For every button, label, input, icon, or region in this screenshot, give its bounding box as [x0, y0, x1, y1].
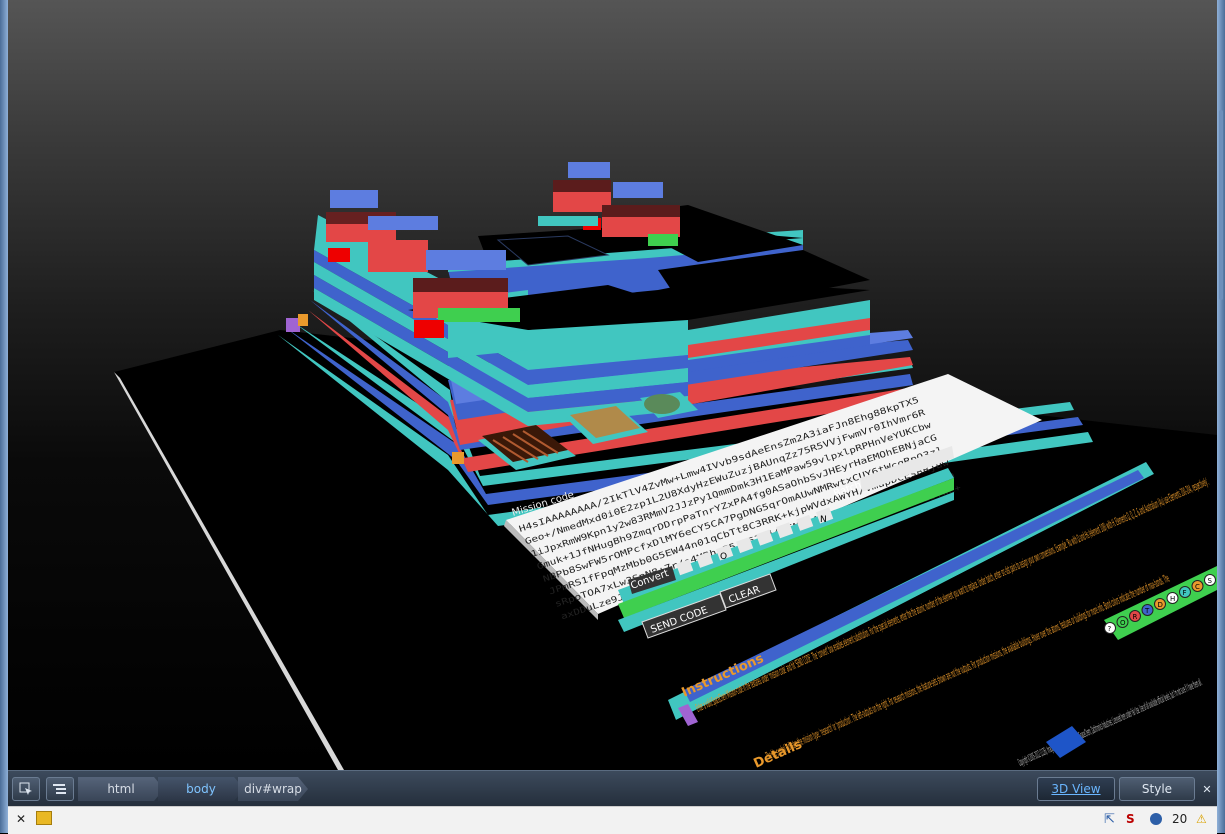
scrollbar-thumb[interactable] [1219, 110, 1223, 300]
symbol-option[interactable]: ? [1104, 622, 1116, 634]
symbol-letter: S [1208, 577, 1213, 585]
symbol-option[interactable]: S [1204, 574, 1216, 586]
symbol-letter: T [1144, 607, 1150, 615]
status-bar: ✕ ⇱ S 20 ⚠ [8, 806, 1217, 834]
breadcrumb-html[interactable]: html [78, 777, 164, 801]
window-frame-left [0, 0, 8, 833]
3d-view-button[interactable]: 3D View [1037, 777, 1115, 801]
building-badge [452, 452, 464, 464]
symbol-letter: C [1195, 583, 1200, 591]
mission-type-badge [286, 318, 300, 332]
symbol-letter: O [1120, 619, 1126, 627]
status-count: 20 [1172, 812, 1188, 826]
symbol-letter: R [1133, 613, 1138, 621]
ruler-icon[interactable] [36, 811, 52, 825]
symbol-letter: F [1183, 589, 1187, 597]
convert-cell-symbol: N [820, 515, 827, 525]
symbol-letter: H [1170, 595, 1175, 603]
dom-tree-icon[interactable] [46, 777, 74, 801]
symbol-option[interactable]: R [1129, 610, 1141, 622]
breadcrumb-div-wrap[interactable]: div#wrap [238, 777, 308, 801]
3d-view-canvas[interactable]: Mission code H4sIAAAAAAAA/2IkTlV4ZvMw+Lm… [8, 0, 1217, 770]
mission-type-badge-2 [298, 314, 308, 326]
symbol-letter: ? [1108, 625, 1112, 633]
symbol-option[interactable]: D [1154, 598, 1166, 610]
pointer-icon[interactable]: ⇱ [1104, 812, 1115, 827]
symbol-option[interactable]: C [1191, 580, 1204, 592]
symbol-option[interactable]: O [1116, 616, 1129, 628]
convert-cell-symbol: O [720, 552, 727, 562]
cursor-select-icon[interactable] [12, 777, 40, 801]
devtools-toolbar: html body div#wrap 3D View Style ✕ [8, 770, 1217, 807]
script-icon[interactable]: S [1126, 812, 1135, 826]
breadcrumb-body[interactable]: body [158, 777, 244, 801]
3d-scene[interactable]: Mission code H4sIAAAAAAAA/2IkTlV4ZvMw+Lm… [8, 0, 1217, 770]
close-icon[interactable]: ✕ [1200, 777, 1214, 801]
style-button[interactable]: Style [1119, 777, 1195, 801]
symbol-option[interactable]: F [1179, 586, 1191, 598]
symbol-letter: D [1158, 601, 1163, 609]
warning-icon[interactable]: ⚠ [1196, 812, 1207, 826]
symbol-option[interactable]: H [1166, 592, 1179, 604]
globe-icon[interactable] [1150, 813, 1162, 825]
vertical-scrollbar[interactable] [1217, 0, 1225, 833]
close-icon[interactable]: ✕ [16, 812, 26, 826]
symbol-option[interactable]: T [1141, 604, 1154, 616]
